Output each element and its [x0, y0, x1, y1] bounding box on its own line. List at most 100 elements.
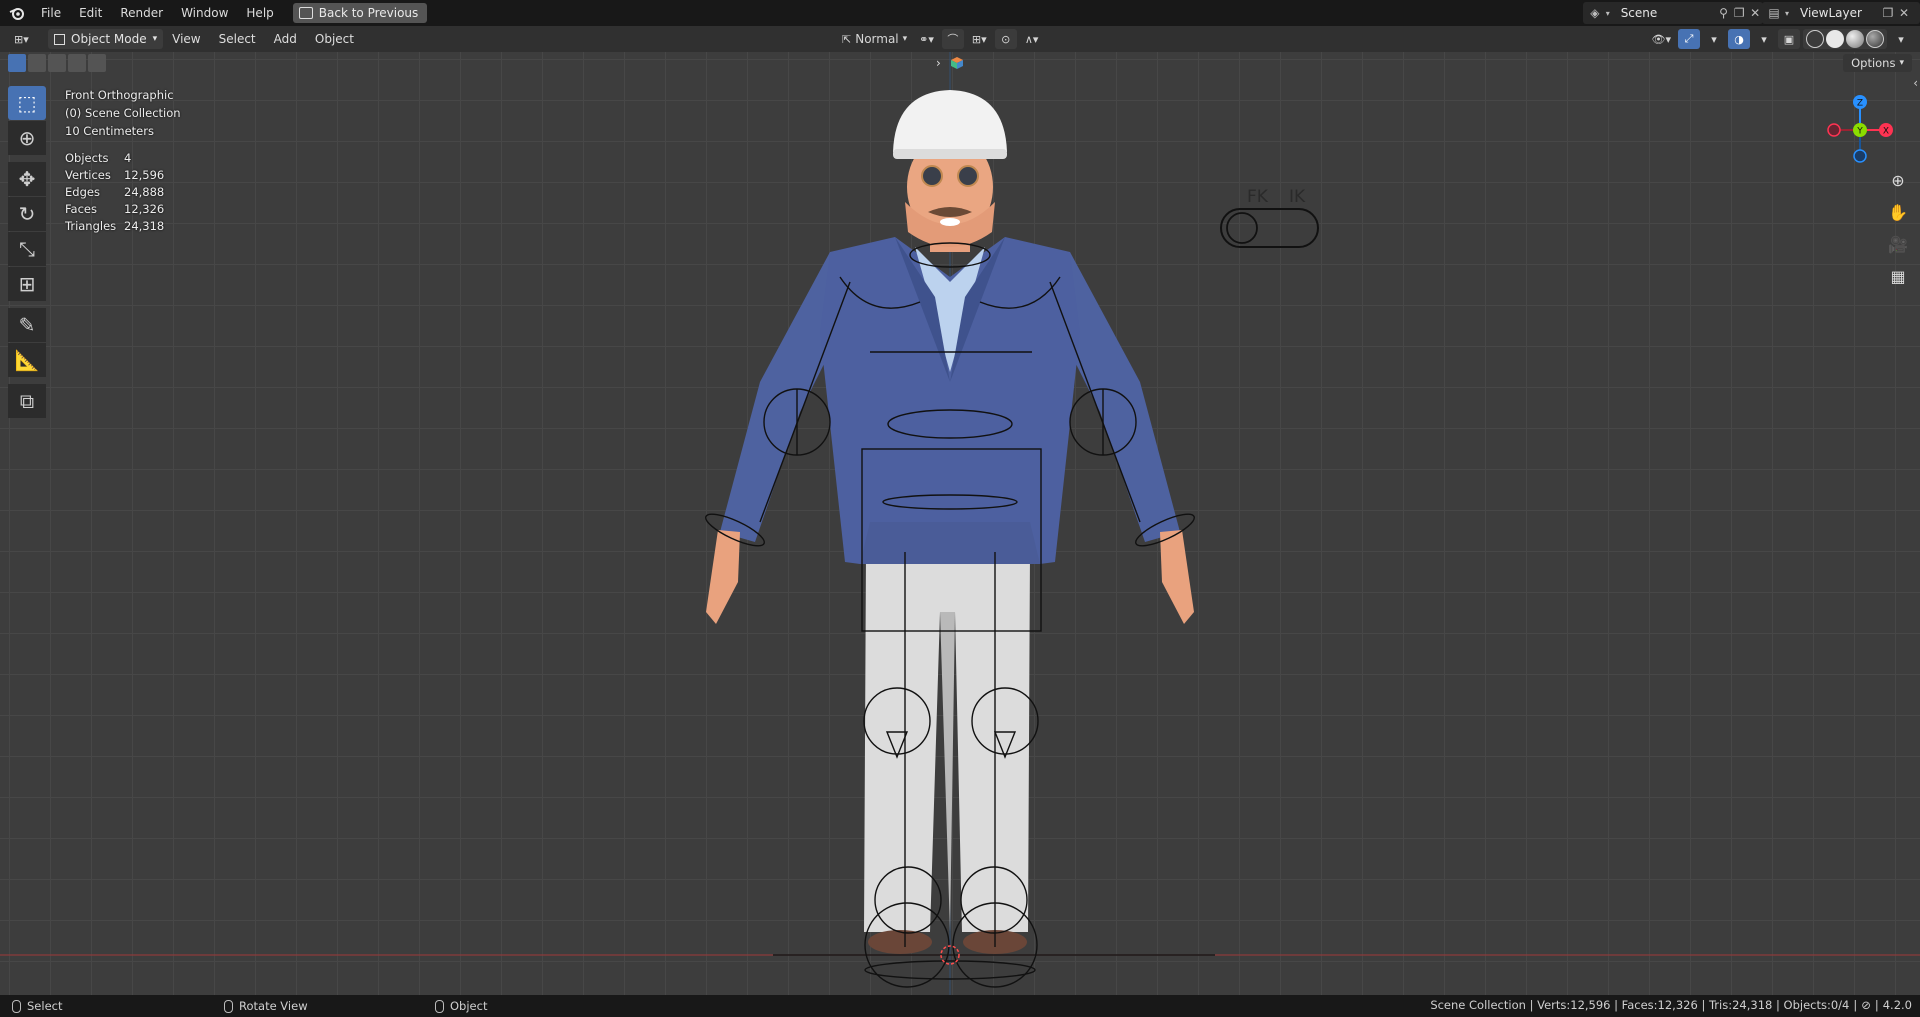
- orientation-label: Normal: [855, 32, 899, 46]
- status-stats: Scene Collection | Verts:12,596 | Faces:…: [1430, 998, 1912, 1012]
- transform-tool-icon[interactable]: ⊞: [8, 267, 46, 301]
- wireframe-shading-icon[interactable]: [1806, 30, 1824, 48]
- close-icon[interactable]: ✕: [1747, 5, 1763, 21]
- status-hint-select: Select: [12, 999, 62, 1013]
- version-label: 4.2.0: [1882, 998, 1912, 1012]
- viewport-display-controls: 👁▾ ⤢ ▾ ◑ ▾ ▣ ▾: [1648, 29, 1913, 49]
- viewlayer-icon: ▤: [1768, 6, 1780, 20]
- character-model[interactable]: FK IK: [0, 52, 1920, 995]
- select-extend-icon[interactable]: [28, 54, 46, 72]
- status-bar: Select Rotate View Object Scene Collecti…: [0, 995, 1920, 1017]
- new-viewlayer-icon[interactable]: ❐: [1880, 5, 1896, 21]
- scene-icon: ◈: [1590, 6, 1600, 20]
- status-separator: |: [1853, 998, 1858, 1012]
- scene-cube-icon[interactable]: [950, 56, 964, 70]
- orthographic-grid-icon[interactable]: ▦: [1886, 264, 1910, 288]
- viewlayer-selector[interactable]: ▤ ▾ ViewLayer ❐ ✕: [1762, 2, 1920, 24]
- 3d-cursor: [940, 945, 960, 965]
- chevron-down-icon: ▾: [152, 34, 158, 44]
- mouse-left-icon: [12, 999, 21, 1013]
- menu-add[interactable]: Add: [265, 32, 306, 46]
- select-intersect-icon[interactable]: [88, 54, 106, 72]
- rendered-shading-icon[interactable]: [1866, 30, 1884, 48]
- select-box-tool-icon[interactable]: ⬚: [8, 86, 46, 120]
- menu-file[interactable]: File: [32, 2, 70, 24]
- close-icon[interactable]: ✕: [1896, 5, 1912, 21]
- options-dropdown[interactable]: Options ▾: [1843, 54, 1912, 72]
- grid-scale: 10 Centimeters: [65, 124, 154, 138]
- menu-object[interactable]: Object: [306, 32, 363, 46]
- chevron-down-icon[interactable]: ▾: [1890, 29, 1912, 49]
- back-to-previous-button[interactable]: Back to Previous: [292, 3, 428, 23]
- transform-orientation-dropdown[interactable]: ⇱ Normal ▾: [838, 29, 911, 49]
- transform-controls: ⇱ Normal ▾ ⚭▾ ⌒ ⊞▾ ⊙ ∧▾: [838, 29, 1043, 49]
- chevron-down-icon[interactable]: ▾: [1703, 29, 1725, 49]
- select-subtract-icon[interactable]: [48, 54, 66, 72]
- scale-tool-icon[interactable]: ⤡: [8, 232, 46, 266]
- shading-mode-group: [1803, 29, 1887, 49]
- visibility-icon[interactable]: 👁▾: [1648, 29, 1676, 49]
- chevron-right-icon[interactable]: ›: [936, 56, 941, 70]
- mouse-right-icon: [435, 999, 444, 1013]
- move-tool-icon[interactable]: ✥: [8, 162, 46, 196]
- status-hint-rotate: Rotate View: [224, 999, 308, 1013]
- zoom-icon[interactable]: ⊕: [1886, 168, 1910, 192]
- status-scene-stats: Scene Collection | Verts:12,596 | Faces:…: [1430, 998, 1850, 1012]
- xray-toggle-icon[interactable]: ▣: [1778, 29, 1800, 49]
- select-new-icon[interactable]: [8, 54, 26, 72]
- stat-row: Objects 4: [65, 151, 132, 165]
- editor-type-icon[interactable]: ⊞▾: [10, 29, 33, 49]
- new-scene-icon[interactable]: ❐: [1731, 5, 1747, 21]
- falloff-icon[interactable]: ∧▾: [1021, 29, 1043, 49]
- mouse-middle-icon: [224, 999, 233, 1013]
- menu-window[interactable]: Window: [172, 2, 237, 24]
- navigation-gizmo[interactable]: Z X Y: [1818, 88, 1902, 172]
- tool-shelf: ⬚ ⊕ ✥ ↻ ⤡ ⊞ ✎ 📐 ⧉: [8, 86, 46, 419]
- navigation-buttons: ⊕ ✋ 🎥 ▦: [1886, 168, 1910, 288]
- gizmo-toggle-icon[interactable]: ⤢: [1678, 29, 1700, 49]
- sidebar-toggle-icon[interactable]: ‹: [1913, 76, 1918, 90]
- select-invert-icon[interactable]: [68, 54, 86, 72]
- 3d-viewport[interactable]: ⬚ ⊕ ✥ ↻ ⤡ ⊞ ✎ 📐 ⧉ Front Orthographic (0)…: [0, 52, 1920, 995]
- stat-row: Faces 12,326: [65, 202, 165, 216]
- cursor-tool-icon[interactable]: ⊕: [8, 121, 46, 155]
- rotate-tool-icon[interactable]: ↻: [8, 197, 46, 231]
- fk-ik-switch: [1220, 208, 1319, 248]
- camera-view-icon[interactable]: 🎥: [1886, 232, 1910, 256]
- scene-selector[interactable]: ◈ ▾ Scene ⚲ ❐ ✕: [1583, 2, 1763, 24]
- solid-shading-icon[interactable]: [1826, 30, 1844, 48]
- material-shading-icon[interactable]: [1846, 30, 1864, 48]
- object-mode-icon: [54, 33, 65, 45]
- menu-view[interactable]: View: [163, 32, 209, 46]
- pan-hand-icon[interactable]: ✋: [1886, 200, 1910, 224]
- neg-x-axis-handle: [1827, 123, 1841, 137]
- stat-row: Triangles 24,318: [65, 219, 165, 233]
- annotate-tool-icon[interactable]: ✎: [8, 308, 46, 342]
- mode-label: Object Mode: [71, 32, 147, 46]
- proportional-edit-icon[interactable]: ⊙: [994, 29, 1017, 49]
- network-off-icon: ⊘: [1861, 998, 1871, 1012]
- viewlayer-name[interactable]: ViewLayer: [1800, 6, 1880, 20]
- snap-toggle-icon[interactable]: ⌒: [941, 29, 964, 49]
- back-icon: [298, 7, 313, 19]
- stat-row: Edges 24,888: [65, 185, 165, 199]
- pivot-point-icon[interactable]: ⚭▾: [915, 29, 938, 49]
- menu-render[interactable]: Render: [111, 2, 172, 24]
- gizmo-x-label: X: [1883, 127, 1889, 137]
- menu-select[interactable]: Select: [210, 32, 265, 46]
- add-cube-tool-icon[interactable]: ⧉: [8, 384, 46, 418]
- menu-edit[interactable]: Edit: [70, 2, 111, 24]
- pin-icon[interactable]: ⚲: [1716, 5, 1732, 21]
- orientation-icon: ⇱: [842, 32, 852, 46]
- overlay-toggle-icon[interactable]: ◑: [1728, 29, 1750, 49]
- selection-mode-group: [8, 54, 106, 72]
- snap-target-icon[interactable]: ⊞▾: [968, 29, 991, 49]
- menu-help[interactable]: Help: [237, 2, 282, 24]
- neg-z-axis-handle: [1853, 149, 1867, 163]
- mode-dropdown[interactable]: Object Mode ▾: [48, 29, 164, 49]
- blender-logo-icon[interactable]: [8, 4, 26, 22]
- measure-tool-icon[interactable]: 📐: [8, 343, 46, 377]
- fk-label: FK: [1247, 187, 1269, 207]
- chevron-down-icon[interactable]: ▾: [1753, 29, 1775, 49]
- scene-name[interactable]: Scene: [1621, 6, 1716, 20]
